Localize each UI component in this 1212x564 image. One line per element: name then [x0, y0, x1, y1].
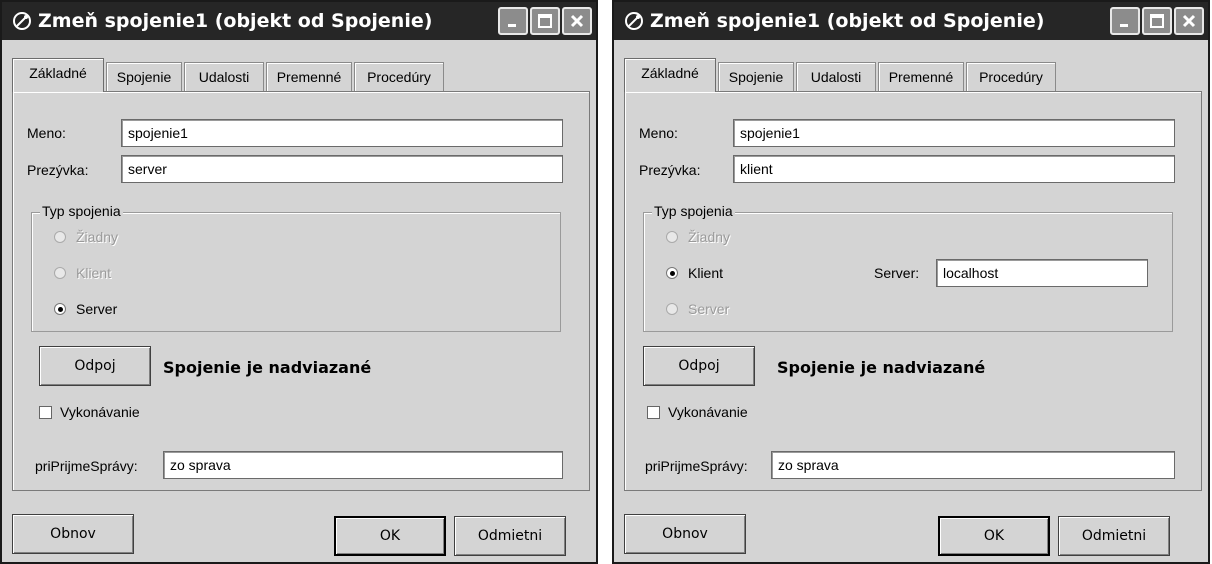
tab-procedury[interactable]: Procedúry [354, 62, 444, 92]
tab-udalosti[interactable]: Udalosti [796, 62, 876, 92]
tab-spojenie[interactable]: Spojenie [106, 62, 182, 92]
vykonavanie-label: Vykonávanie [668, 404, 748, 420]
radio-dot [57, 306, 63, 312]
close-button[interactable] [1174, 7, 1204, 35]
radio-circle-selected [54, 303, 66, 315]
prijem-input[interactable]: zo sprava [163, 451, 563, 479]
tab-premenne[interactable]: Premenné [266, 62, 352, 92]
dialog-server: Zmeň spojenie1 (objekt od Spojenie) Zákl… [0, 0, 598, 564]
ok-button[interactable]: OK [334, 516, 446, 556]
radio-klient[interactable]: Klient [666, 265, 723, 281]
status-text: Spojenie je nadviazané [163, 358, 372, 377]
meno-input[interactable]: spojenie1 [121, 119, 563, 147]
odpoj-button[interactable]: Odpoj [643, 346, 755, 386]
maximize-button[interactable] [530, 7, 560, 35]
radio-ziadny[interactable]: Žiadny [54, 229, 118, 245]
maximize-icon [1150, 14, 1164, 28]
radio-circle-selected [666, 267, 678, 279]
status-text: Spojenie je nadviazané [777, 358, 986, 377]
meno-label: Meno: [27, 125, 66, 141]
tab-procedury[interactable]: Procedúry [966, 62, 1056, 92]
window-title: Zmeň spojenie1 (objekt od Spojenie) [650, 10, 1045, 32]
server-input[interactable]: localhost [936, 259, 1148, 287]
radio-server[interactable]: Server [666, 301, 729, 317]
close-icon [570, 14, 584, 28]
radio-server[interactable]: Server [54, 301, 117, 317]
prijem-label: priPrijmeSprávy: [35, 458, 138, 474]
radio-server-label: Server [76, 301, 118, 317]
minimize-icon [1120, 24, 1128, 27]
radio-klient-label: Klient [76, 265, 112, 281]
prezyvka-label: Prezývka: [27, 162, 89, 178]
radio-ziadny-label: Žiadny [688, 229, 731, 245]
radio-circle [666, 303, 678, 315]
prezyvka-input[interactable]: klient [733, 155, 1175, 183]
dialog-klient: Zmeň spojenie1 (objekt od Spojenie) Zákl… [612, 0, 1210, 564]
close-icon [1182, 14, 1196, 28]
prijem-label: priPrijmeSprávy: [645, 458, 748, 474]
tab-udalosti[interactable]: Udalosti [184, 62, 264, 92]
minimize-button[interactable] [1110, 7, 1140, 35]
ok-button[interactable]: OK [938, 516, 1050, 556]
odmietni-button[interactable]: Odmietni [454, 516, 566, 556]
title-bar[interactable]: Zmeň spojenie1 (objekt od Spojenie) [614, 2, 1208, 40]
group-title: Typ spojenia [40, 203, 123, 219]
obnov-button[interactable]: Obnov [624, 514, 746, 554]
radio-ziadny[interactable]: Žiadny [666, 229, 730, 245]
radio-klient-label: Klient [688, 265, 724, 281]
app-icon [10, 9, 34, 33]
app-icon [622, 9, 646, 33]
radio-circle [54, 231, 66, 243]
tab-panel: Meno: spojenie1 Prezývka: klient Typ spo… [624, 91, 1202, 491]
radio-server-label: Server [688, 301, 730, 317]
maximize-icon [538, 14, 552, 28]
close-button[interactable] [562, 7, 592, 35]
radio-klient[interactable]: Klient [54, 265, 111, 281]
tab-panel: Meno: spojenie1 Prezývka: server Typ spo… [12, 91, 590, 491]
server-label: Server: [874, 265, 920, 281]
radio-circle [54, 267, 66, 279]
odpoj-button[interactable]: Odpoj [39, 346, 151, 386]
prijem-input[interactable]: zo sprava [771, 451, 1175, 479]
group-title: Typ spojenia [652, 203, 735, 219]
title-bar[interactable]: Zmeň spojenie1 (objekt od Spojenie) [2, 2, 596, 40]
tab-zakladne[interactable]: Základné [12, 58, 104, 92]
prezyvka-label: Prezývka: [639, 162, 701, 178]
typ-spojenia-group: Typ spojenia Žiadny Klient Server: local… [643, 203, 1173, 332]
obnov-button[interactable]: Obnov [12, 514, 134, 554]
typ-spojenia-group: Typ spojenia Žiadny Klient Server [31, 203, 561, 332]
window-title: Zmeň spojenie1 (objekt od Spojenie) [38, 10, 433, 32]
vykonavanie-label: Vykonávanie [60, 404, 140, 420]
tab-spojenie[interactable]: Spojenie [718, 62, 794, 92]
meno-label: Meno: [639, 125, 678, 141]
meno-input[interactable]: spojenie1 [733, 119, 1175, 147]
checkbox-box [647, 405, 660, 419]
prezyvka-input[interactable]: server [121, 155, 563, 183]
minimize-icon [508, 24, 516, 27]
radio-ziadny-label: Žiadny [76, 229, 119, 245]
tab-zakladne[interactable]: Základné [624, 58, 716, 92]
vykonavanie-checkbox[interactable]: Vykonávanie [39, 404, 140, 420]
odmietni-button[interactable]: Odmietni [1058, 516, 1170, 556]
minimize-button[interactable] [498, 7, 528, 35]
checkbox-box [39, 405, 52, 419]
maximize-button[interactable] [1142, 7, 1172, 35]
radio-circle [666, 231, 678, 243]
tab-premenne[interactable]: Premenné [878, 62, 964, 92]
vykonavanie-checkbox[interactable]: Vykonávanie [647, 404, 748, 420]
radio-dot [669, 270, 675, 276]
